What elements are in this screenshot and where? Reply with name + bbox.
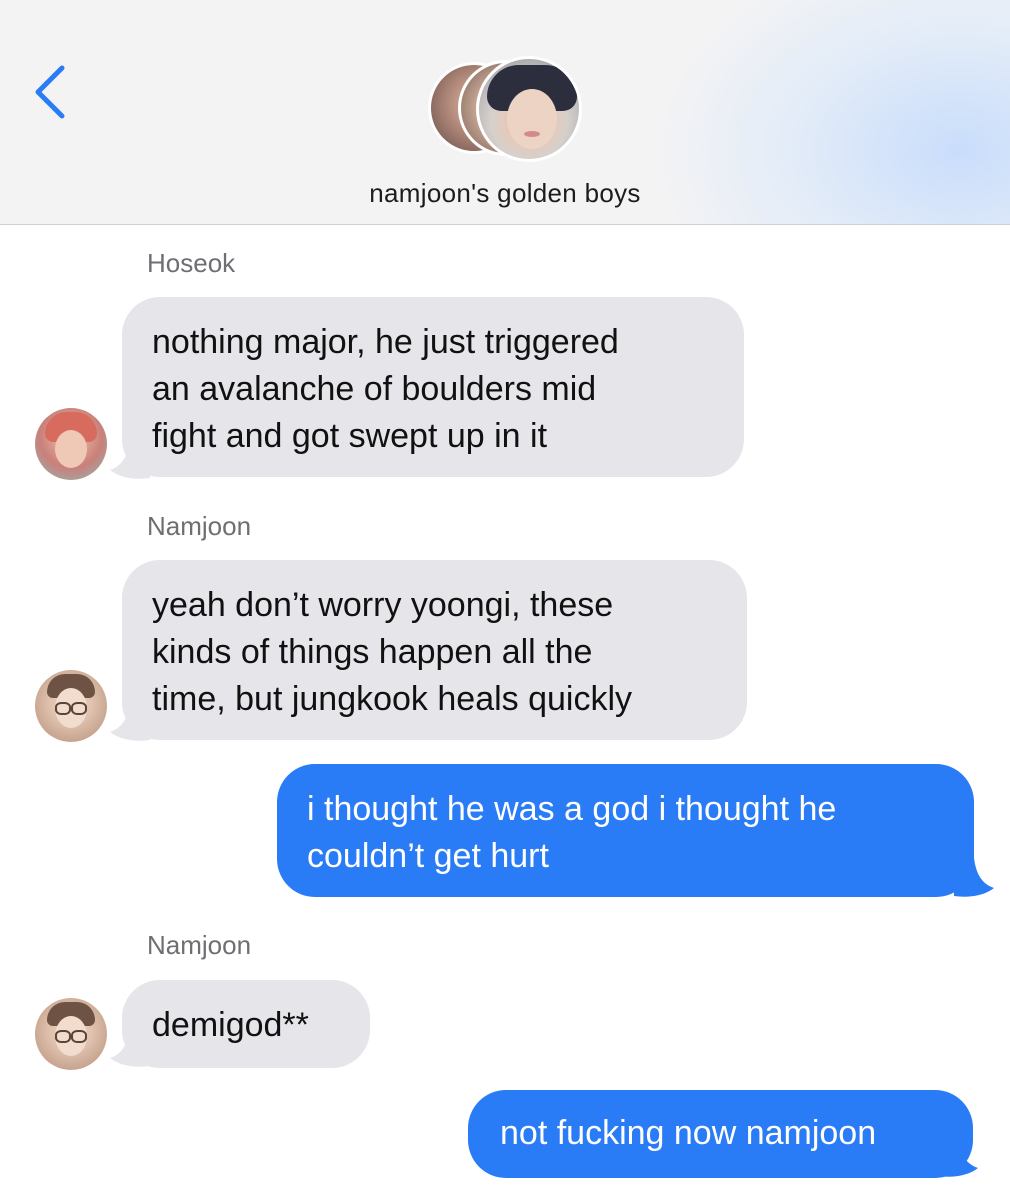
chevron-left-icon[interactable]	[28, 62, 72, 122]
sender-name: Namjoon	[147, 930, 252, 960]
group-name[interactable]: namjoon's golden boys	[0, 178, 1010, 209]
avatar[interactable]	[35, 670, 107, 742]
conversation-header: namjoon's golden boys	[0, 0, 1010, 225]
message-bubble[interactable]: yeah don’t worry yoongi, these kinds of …	[122, 560, 747, 740]
sender-name: Namjoon	[147, 511, 252, 541]
avatar[interactable]	[35, 408, 107, 480]
message-bubble[interactable]: demigod**	[122, 980, 370, 1068]
avatar[interactable]	[35, 998, 107, 1070]
message-bubble[interactable]: not fucking now namjoon	[468, 1090, 973, 1178]
message-bubble[interactable]: nothing major, he just triggered an aval…	[122, 297, 744, 477]
group-avatar-stack[interactable]	[428, 56, 584, 162]
avatar	[476, 56, 582, 162]
message-bubble[interactable]: i thought he was a god i thought he coul…	[277, 764, 974, 897]
sender-name: Hoseok	[147, 248, 236, 278]
